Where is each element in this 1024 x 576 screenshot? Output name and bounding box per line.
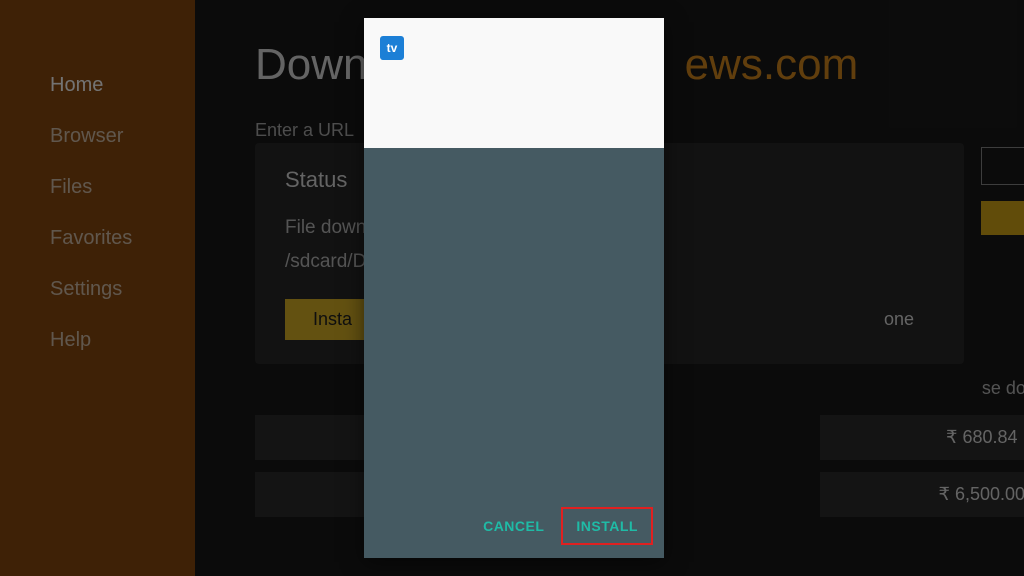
dialog-header: tv: [364, 18, 664, 148]
app-icon: tv: [380, 36, 404, 60]
dialog-body: [364, 148, 664, 498]
cancel-button[interactable]: CANCEL: [471, 510, 556, 542]
dialog-actions: CANCEL INSTALL: [364, 498, 664, 558]
install-dialog: tv CANCEL INSTALL: [364, 18, 664, 558]
install-button[interactable]: INSTALL: [564, 510, 650, 542]
